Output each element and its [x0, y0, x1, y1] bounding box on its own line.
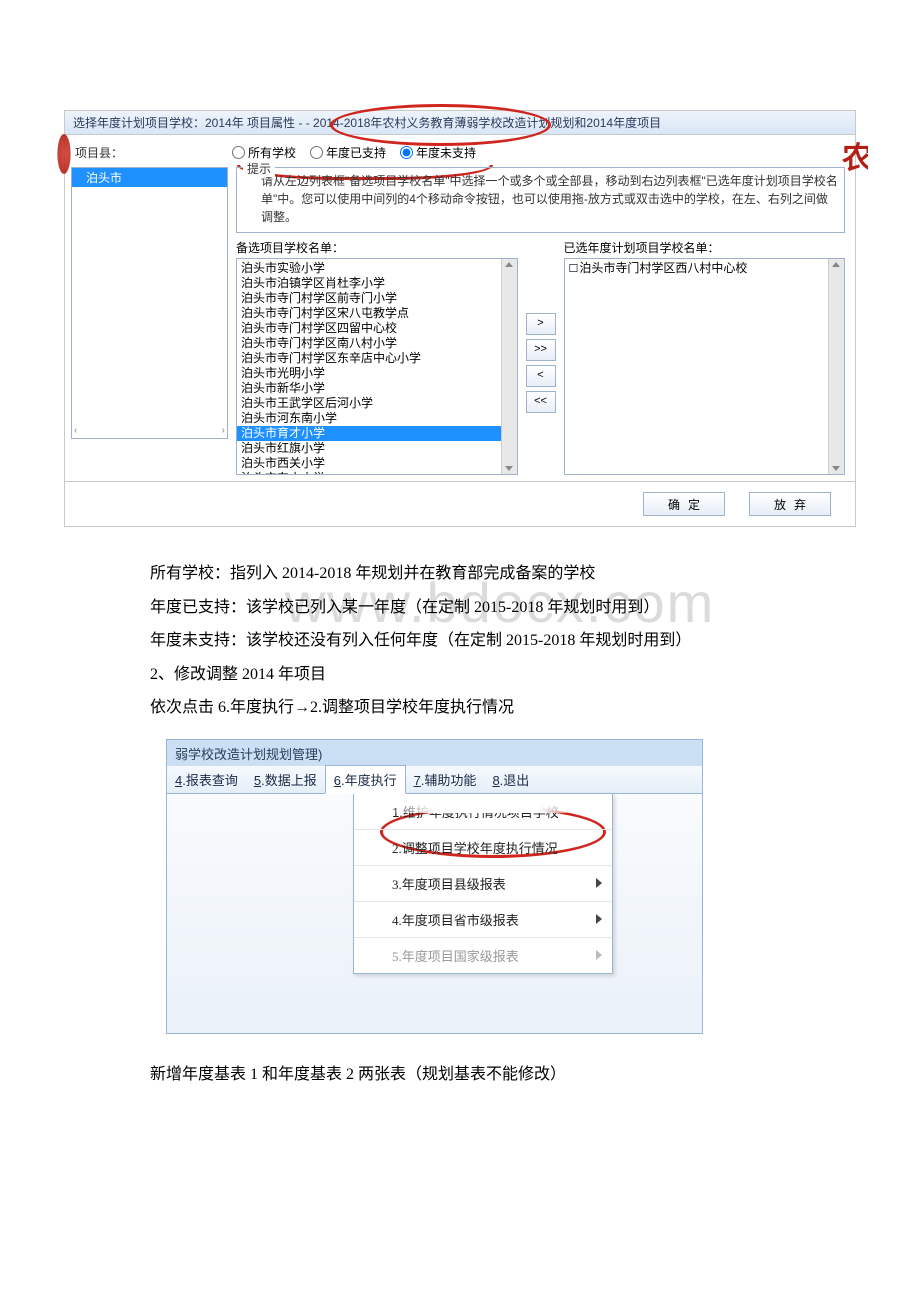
list-item[interactable]: 泊头市新华小学 [237, 381, 517, 396]
menu-data-upload[interactable]: 5.数据上报 [246, 766, 325, 793]
dd-item-1[interactable]: 1.维护年度执行情况项目学校 [354, 794, 612, 830]
explain-supported: 年度已支持：该学校已列入某一年度（在定制 2015-2018 年规划时用到） [150, 591, 770, 625]
right-list-label: 已选年度计划项目学校名单： [564, 239, 846, 256]
list-item[interactable]: 泊头市光明小学 [237, 366, 517, 381]
list-item[interactable]: 泊头市寺门村学区前寺门小学 [237, 291, 517, 306]
tree-scrollbar[interactable]: ‹› [72, 425, 227, 436]
move-all-left-button[interactable]: << [526, 391, 556, 413]
list-item[interactable]: 泊头市寺门村学区西八村中心校 [565, 261, 845, 277]
menu-screenshot: 弱学校改造计划规划管理) 4.报表查询 5.数据上报 6.年度执行 7.辅助功能… [166, 739, 703, 1034]
left-list-label: 备选项目学校名单： [236, 239, 518, 256]
chevron-right-icon [596, 878, 602, 888]
dd-item-3[interactable]: 3.年度项目县级报表 [354, 866, 612, 902]
list-item[interactable]: 泊头市西关小学 [237, 456, 517, 471]
list-item[interactable]: 泊头市寺门村学区南八村小学 [237, 336, 517, 351]
move-right-button[interactable]: > [526, 313, 556, 335]
chevron-right-icon [596, 950, 602, 960]
select-schools-dialog: 农 选择年度计划项目学校：2014年 项目属性 - - 2014-2018年农村… [64, 110, 856, 527]
dd-item-4[interactable]: 4.年度项目省市级报表 [354, 902, 612, 938]
list-item[interactable]: 泊头市寺门村学区宋八屯教学点 [237, 306, 517, 321]
tree-item-selected[interactable]: 泊头市 [72, 168, 227, 187]
list-item[interactable]: 泊头市泊镇学区肖杜李小学 [237, 276, 517, 291]
tip-box: 提示 请从左边列表框"备选项目学校名单"中选择一个或多个或全部县，移动到右边列表… [236, 167, 845, 233]
list-item[interactable]: 泊头市寺门村学区东辛店中心小学 [237, 351, 517, 366]
list-item[interactable]: 泊头市河东南小学 [237, 411, 517, 426]
dialog-title: 选择年度计划项目学校：2014年 项目属性 - - 2014-2018年农村义务… [65, 111, 855, 135]
chevron-right-icon [596, 914, 602, 924]
list-item[interactable]: 泊头市实验小学 [237, 261, 517, 276]
county-label: 项目县： [71, 146, 123, 160]
list-item[interactable]: 泊头市东方小学 [237, 471, 517, 475]
cancel-button[interactable]: 放弃 [749, 492, 831, 516]
heading-step2: 2、修改调整 2014 年项目 [150, 658, 770, 692]
list-item[interactable]: 泊头市育才小学 [237, 426, 517, 441]
dd-item-2[interactable]: 2.调整项目学校年度执行情况 [354, 830, 612, 866]
menu-annual-exec[interactable]: 6.年度执行 [325, 765, 406, 794]
ok-button[interactable]: 确定 [643, 492, 725, 516]
list-item[interactable]: 泊头市寺门村学区四留中心校 [237, 321, 517, 336]
menu-report-query[interactable]: 4.报表查询 [167, 766, 246, 793]
list-item[interactable]: 泊头市红旗小学 [237, 441, 517, 456]
scrollbar[interactable] [828, 259, 844, 474]
selected-list[interactable]: 泊头市寺门村学区西八村中心校 [564, 258, 846, 475]
tail-note: 新增年度基表 1 和年度基表 2 两张表（规划基表不能修改） [150, 1058, 770, 1092]
candidate-list[interactable]: 泊头市实验小学泊头市泊镇学区肖杜李小学泊头市寺门村学区前寺门小学泊头市寺门村学区… [236, 258, 518, 475]
menu-window-title: 弱学校改造计划规划管理) [167, 740, 702, 765]
explain-click-path: 依次点击 6.年度执行→2.调整项目学校年度执行情况 [150, 691, 770, 725]
menu-aux[interactable]: 7.辅助功能 [406, 766, 485, 793]
explain-all: 所有学校：指列入 2014-2018 年规划并在教育部完成备案的学校 [150, 557, 770, 591]
tip-text: 请从左边列表框"备选项目学校名单"中选择一个或多个或全部县，移动到右边列表框"已… [243, 172, 838, 226]
radio-unsupported[interactable]: 年度未支持 [400, 144, 476, 161]
radio-all-schools[interactable]: 所有学校 [232, 144, 296, 161]
radio-supported[interactable]: 年度已支持 [310, 144, 386, 161]
scrollbar[interactable] [501, 259, 517, 474]
menubar: 4.报表查询 5.数据上报 6.年度执行 7.辅助功能 8.退出 [167, 765, 702, 794]
explain-unsupported: 年度未支持：该学校还没有列入任何年度（在定制 2015-2018 年规划时用到） [150, 624, 770, 658]
county-tree[interactable]: 泊头市 ‹› [71, 167, 228, 439]
menu-exit[interactable]: 8.退出 [484, 766, 537, 793]
move-left-button[interactable]: < [526, 365, 556, 387]
tip-legend: 提示 [243, 160, 275, 177]
dd-item-5[interactable]: 5.年度项目国家级报表 [354, 938, 612, 973]
list-item[interactable]: 泊头市王武学区后河小学 [237, 396, 517, 411]
move-all-right-button[interactable]: >> [526, 339, 556, 361]
dropdown-annual-exec: 1.维护年度执行情况项目学校 2.调整项目学校年度执行情况 3.年度项目县级报表… [353, 793, 613, 974]
